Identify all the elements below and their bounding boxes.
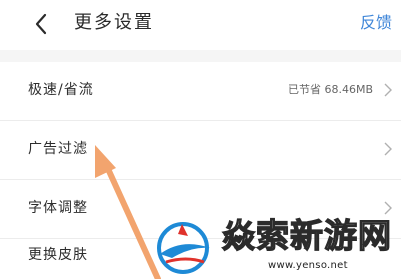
watermark-logo-icon bbox=[157, 222, 210, 274]
feedback-link[interactable]: 反馈 bbox=[360, 11, 392, 35]
saved-data-value: 已节省 68.46MB bbox=[287, 83, 373, 96]
setting-label: 广告过滤 bbox=[28, 141, 88, 157]
setting-row-speed-saving[interactable]: 极速/省流 已节省 68.46MB bbox=[0, 62, 401, 120]
back-button[interactable] bbox=[28, 9, 54, 39]
watermark-brand: 焱索新游网 bbox=[221, 215, 392, 255]
back-chevron-icon bbox=[35, 13, 47, 35]
watermark-url: www.yenso.net bbox=[268, 260, 348, 271]
setting-label: 字体调整 bbox=[28, 200, 88, 216]
header-bar: 更多设置 反馈 bbox=[0, 0, 401, 50]
setting-row-ad-filter[interactable]: 广告过滤 bbox=[0, 121, 401, 179]
section-gap bbox=[0, 50, 401, 62]
setting-label: 极速/省流 bbox=[28, 82, 94, 98]
chevron-right-icon bbox=[384, 142, 392, 156]
page-title: 更多设置 bbox=[74, 12, 154, 33]
chevron-right-icon bbox=[384, 83, 392, 97]
setting-label: 更换皮肤 bbox=[28, 247, 88, 263]
watermark: 焱索新游网 www.yenso.net bbox=[150, 210, 401, 279]
